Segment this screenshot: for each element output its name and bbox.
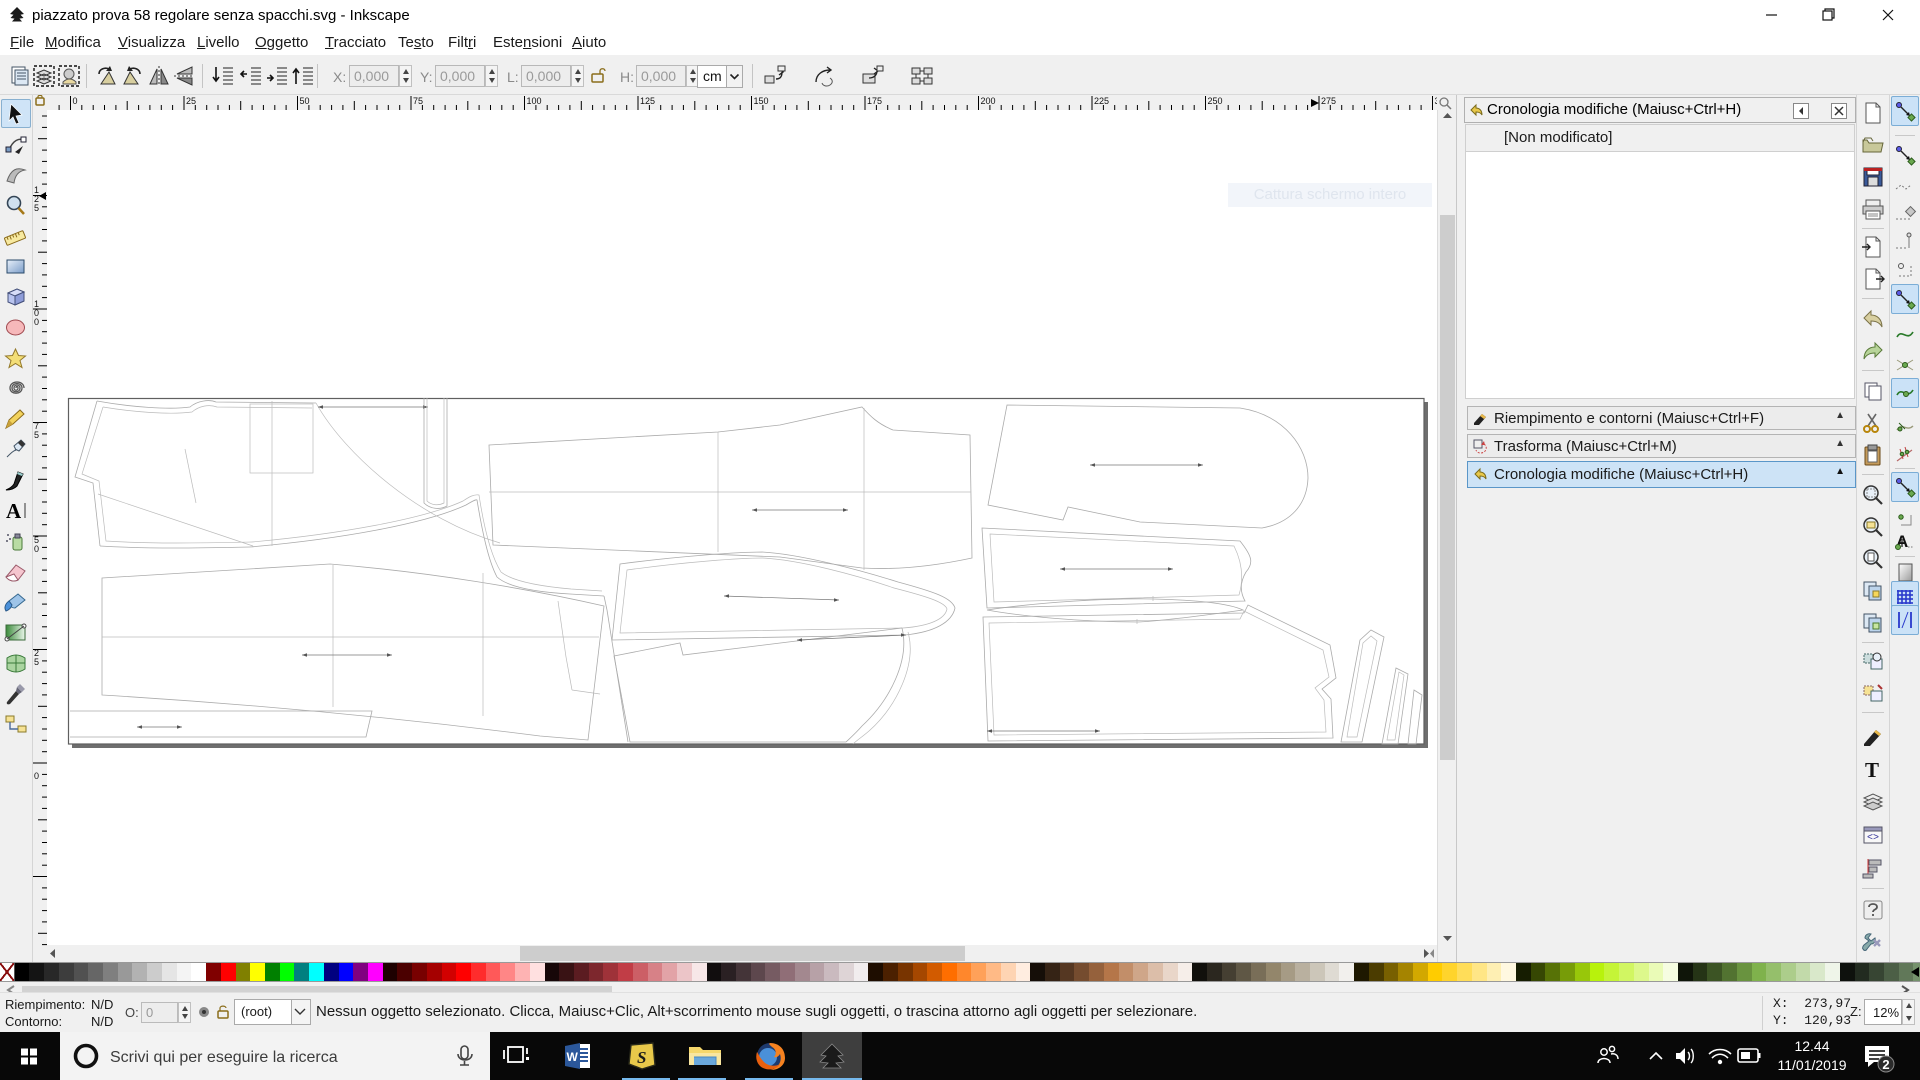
svg-text:A: A (6, 499, 22, 523)
svg-text:175: 175 (867, 96, 882, 106)
svg-text:150: 150 (754, 96, 769, 106)
svg-text:75: 75 (413, 96, 423, 106)
svg-text:50: 50 (300, 96, 310, 106)
svg-text:5: 5 (34, 430, 39, 440)
svg-text:<>: <> (1867, 833, 1879, 844)
svg-text:12.44: 12.44 (1794, 1038, 1829, 1054)
svg-text:0: 0 (34, 317, 39, 327)
svg-text:Scrivi qui per eseguire la ric: Scrivi qui per eseguire la ricerca (110, 1049, 338, 1066)
svg-text:W: W (567, 1050, 579, 1064)
svg-text:T: T (1865, 758, 1879, 782)
svg-text:0: 0 (34, 771, 39, 781)
svg-text:25: 25 (186, 96, 196, 106)
svg-text:200: 200 (981, 96, 996, 106)
svg-text:100: 100 (527, 96, 542, 106)
svg-text:0: 0 (73, 96, 78, 106)
svg-text:5: 5 (34, 203, 39, 213)
svg-text:300: 300 (1435, 96, 1438, 106)
svg-text:5: 5 (34, 657, 39, 667)
svg-text:2: 2 (1882, 1057, 1889, 1072)
svg-text:125: 125 (640, 96, 655, 106)
svg-text:S: S (637, 1048, 646, 1067)
svg-text:250: 250 (1208, 96, 1223, 106)
svg-text:225: 225 (1094, 96, 1109, 106)
svg-text:11/01/2019: 11/01/2019 (1777, 1057, 1846, 1073)
svg-text:275: 275 (1321, 96, 1336, 106)
svg-text:0: 0 (34, 544, 39, 554)
